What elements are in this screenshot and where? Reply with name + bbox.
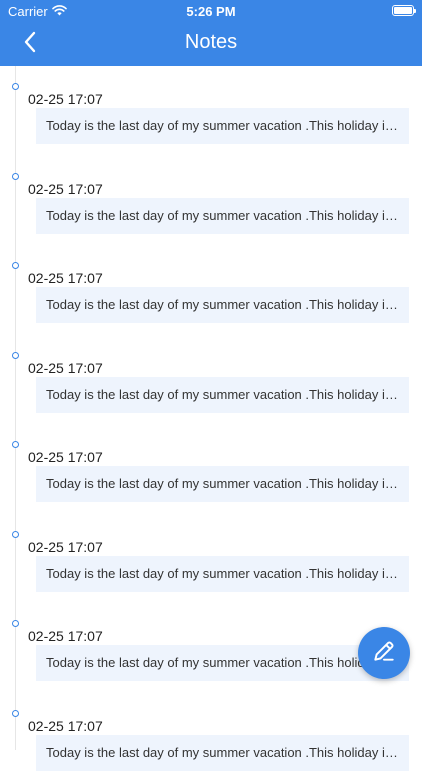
note-time: 02-25 17:07 <box>28 718 103 734</box>
note-entry[interactable]: 02-25 17:07 Today is the last day of my … <box>0 424 422 514</box>
note-time: 02-25 17:07 <box>28 539 103 555</box>
timeline-dot <box>12 262 19 269</box>
status-bar: Carrier 5:26 PM <box>0 0 422 22</box>
navigation-bar: Notes <box>0 22 422 66</box>
note-time: 02-25 17:07 <box>28 628 103 644</box>
note-preview[interactable]: Today is the last day of my summer vacat… <box>36 556 409 592</box>
timeline-dot <box>12 83 19 90</box>
note-preview[interactable]: Today is the last day of my summer vacat… <box>36 735 409 771</box>
note-preview[interactable]: Today is the last day of my summer vacat… <box>36 108 409 144</box>
timeline-dot <box>12 173 19 180</box>
note-time: 02-25 17:07 <box>28 181 103 197</box>
note-entry[interactable]: 02-25 17:07 Today is the last day of my … <box>0 693 422 783</box>
battery-icon <box>392 5 416 16</box>
timeline-dot <box>12 441 19 448</box>
note-preview[interactable]: Today is the last day of my summer vacat… <box>36 287 409 323</box>
note-entry[interactable]: 02-25 17:07 Today is the last day of my … <box>0 514 422 604</box>
status-time: 5:26 PM <box>186 4 236 19</box>
pencil-icon <box>371 638 397 669</box>
note-time: 02-25 17:07 <box>28 449 103 465</box>
note-entry[interactable]: 02-25 17:07 Today is the last day of my … <box>0 66 422 156</box>
note-preview[interactable]: Today is the last day of my summer vacat… <box>36 466 409 502</box>
timeline-dot <box>12 531 19 538</box>
note-time: 02-25 17:07 <box>28 270 103 286</box>
timeline-dot <box>12 620 19 627</box>
page-title: Notes <box>184 31 238 53</box>
timeline-dot <box>12 710 19 717</box>
new-note-button[interactable] <box>358 627 410 679</box>
note-entry[interactable]: 02-25 17:07 Today is the last day of my … <box>0 156 422 246</box>
note-time: 02-25 17:07 <box>28 360 103 376</box>
note-preview[interactable]: Today is the last day of my summer vacat… <box>36 377 409 413</box>
timeline-dot <box>12 352 19 359</box>
note-time: 02-25 17:07 <box>28 91 103 107</box>
note-preview[interactable]: Today is the last day of my summer vacat… <box>36 198 409 234</box>
note-entry[interactable]: 02-25 17:07 Today is the last day of my … <box>0 245 422 335</box>
note-preview[interactable]: Today is the last day of my summer vacat… <box>36 645 409 681</box>
note-entry[interactable]: 02-25 17:07 Today is the last day of my … <box>0 335 422 425</box>
app-header: Carrier 5:26 PM Notes <box>0 0 422 66</box>
